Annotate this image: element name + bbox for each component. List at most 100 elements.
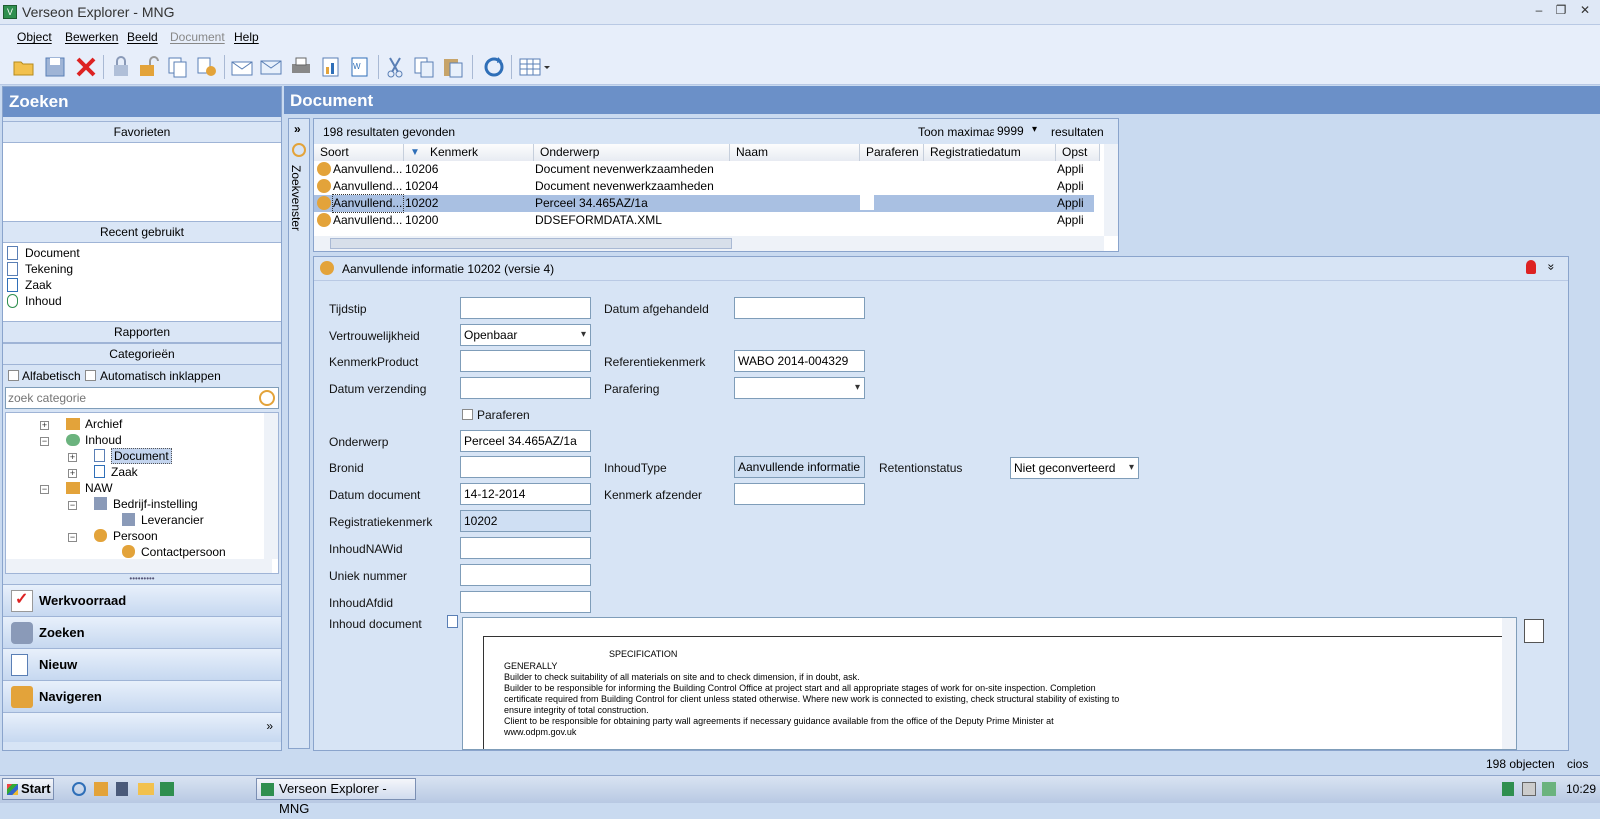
mail-send-icon[interactable] bbox=[258, 54, 284, 80]
tree-item-bedrijf[interactable]: Bedrijf-instelling bbox=[94, 496, 198, 512]
ie-icon[interactable] bbox=[72, 782, 86, 796]
table-row[interactable]: Aanvullend... 10206 Document nevenwerkza… bbox=[314, 161, 1094, 178]
paste-icon[interactable] bbox=[440, 54, 466, 80]
col-opst[interactable]: Opst bbox=[1056, 144, 1100, 161]
col-paraferen[interactable]: Paraferen bbox=[860, 144, 924, 161]
col-kenmerk[interactable]: ▼ Kenmerk bbox=[404, 144, 534, 161]
col-naam[interactable]: Naam bbox=[730, 144, 860, 161]
tree-item-document[interactable]: Document bbox=[94, 448, 172, 464]
tray-security-icon[interactable] bbox=[1542, 782, 1556, 796]
tree-item-naw[interactable]: NAW bbox=[66, 480, 113, 496]
results-vscroll[interactable] bbox=[1104, 144, 1118, 236]
outlook-icon[interactable] bbox=[94, 782, 108, 796]
save-icon[interactable] bbox=[42, 54, 68, 80]
tree-item-archief[interactable]: Archief bbox=[66, 416, 122, 432]
copy-doc-icon[interactable] bbox=[165, 54, 191, 80]
document-viewer-icon[interactable] bbox=[1524, 619, 1544, 643]
uniek-nummer-field[interactable] bbox=[460, 564, 591, 586]
recent-header[interactable]: Recent gebruikt bbox=[3, 221, 281, 243]
nav-werkvoorraad[interactable]: ✓ Werkvoorraad bbox=[3, 584, 281, 616]
start-button[interactable]: Start bbox=[2, 778, 54, 800]
grid-view-icon[interactable] bbox=[518, 54, 552, 80]
datum-afgehandeld-field[interactable] bbox=[734, 297, 865, 319]
expand-icon[interactable]: » bbox=[294, 122, 301, 136]
onderwerp-field[interactable]: Perceel 34.465AZ/1a bbox=[460, 430, 591, 452]
col-registratiedatum[interactable]: Registratiedatum bbox=[924, 144, 1056, 161]
close-icon[interactable]: ✕ bbox=[1576, 3, 1594, 19]
verseon-quick-icon[interactable] bbox=[160, 782, 174, 796]
collapse-icon[interactable]: » bbox=[1544, 264, 1558, 271]
splitter-grip[interactable]: ••••••••• bbox=[3, 574, 281, 584]
kenmerk-afzender-field[interactable] bbox=[734, 483, 865, 505]
unlock-icon[interactable] bbox=[136, 54, 162, 80]
tree-item-zaak[interactable]: Zaak bbox=[94, 464, 138, 480]
mail-open-icon[interactable] bbox=[229, 54, 255, 80]
check-out-icon[interactable] bbox=[194, 54, 220, 80]
tray-verseon-icon[interactable] bbox=[1502, 782, 1514, 796]
col-soort[interactable]: Soort bbox=[314, 144, 404, 161]
nav-zoeken[interactable]: Zoeken bbox=[3, 616, 281, 648]
kenmerkproduct-field[interactable] bbox=[460, 350, 591, 372]
datum-verzending-field[interactable] bbox=[460, 377, 591, 399]
inhoudafdid-field[interactable] bbox=[460, 591, 591, 613]
table-row-selected[interactable]: Aanvullend... 10202 Perceel 34.465AZ/1a … bbox=[314, 194, 1094, 213]
recent-item-document[interactable]: Document bbox=[3, 245, 281, 261]
document-preview[interactable]: SPECIFICATION GENERALLY Builder to check… bbox=[462, 617, 1517, 750]
bronid-field[interactable] bbox=[460, 456, 591, 478]
open-folder-icon[interactable] bbox=[11, 54, 37, 80]
security-icon[interactable] bbox=[116, 782, 128, 796]
col-onderwerp[interactable]: Onderwerp bbox=[534, 144, 730, 161]
table-row[interactable]: Aanvullend... 10200 DDSEFORMDATA.XML App… bbox=[314, 212, 1094, 229]
tree-vscroll[interactable] bbox=[264, 413, 278, 559]
preview-vscroll[interactable] bbox=[1502, 618, 1516, 749]
auto-inklappen-checkbox[interactable] bbox=[85, 370, 96, 381]
tree-item-inhoud[interactable]: Inhoud bbox=[66, 432, 122, 448]
table-row[interactable]: Aanvullend... 10204 Document nevenwerkza… bbox=[314, 178, 1094, 195]
tray-network-icon[interactable] bbox=[1522, 782, 1536, 796]
inhoudnawid-field[interactable] bbox=[460, 537, 591, 559]
results-hscroll[interactable] bbox=[314, 236, 1104, 251]
tree-hscroll[interactable] bbox=[6, 559, 272, 573]
zoekvenster-strip[interactable]: » Zoekvenster bbox=[288, 118, 310, 749]
referentiekenmerk-field[interactable]: WABO 2014-004329 bbox=[734, 350, 865, 372]
retentionstatus-select[interactable]: Niet geconverteerd bbox=[1010, 457, 1139, 479]
attachment-icon[interactable] bbox=[447, 615, 458, 628]
menu-beeld[interactable]: Beeld bbox=[127, 30, 158, 44]
recent-item-tekening[interactable]: Tekening bbox=[3, 261, 281, 277]
maximize-icon[interactable]: ❐ bbox=[1552, 3, 1570, 19]
chevron-right-icon[interactable]: » bbox=[266, 719, 273, 733]
vertrouwelijkheid-select[interactable]: Openbaar bbox=[460, 324, 591, 346]
hscroll-thumb[interactable] bbox=[330, 238, 732, 249]
recent-item-zaak[interactable]: Zaak bbox=[3, 277, 281, 293]
menu-help[interactable]: Help bbox=[234, 30, 259, 44]
search-icon[interactable] bbox=[259, 390, 275, 406]
report-icon[interactable] bbox=[318, 54, 344, 80]
categorieen-header[interactable]: Categorieën bbox=[3, 343, 281, 365]
datum-document-field[interactable]: 14-12-2014 bbox=[460, 483, 591, 505]
category-search-input[interactable] bbox=[8, 390, 253, 406]
tree-item-persoon[interactable]: Persoon bbox=[94, 528, 158, 544]
favorieten-header[interactable]: Favorieten bbox=[3, 121, 281, 143]
nav-overflow[interactable]: » bbox=[3, 712, 281, 742]
parafering-select[interactable] bbox=[734, 377, 865, 399]
task-verseon[interactable]: Verseon Explorer - MNG bbox=[256, 778, 416, 816]
nav-navigeren[interactable]: Navigeren bbox=[3, 680, 281, 712]
alfabetisch-checkbox[interactable] bbox=[8, 370, 19, 381]
recent-item-inhoud[interactable]: Inhoud bbox=[3, 293, 281, 309]
paraferen-cell-checkbox[interactable] bbox=[860, 195, 874, 210]
tijdstip-field[interactable] bbox=[460, 297, 591, 319]
tree-item-contactpersoon[interactable]: Contactpersoon bbox=[122, 544, 226, 560]
cut-icon[interactable] bbox=[382, 54, 408, 80]
print-icon[interactable] bbox=[288, 54, 314, 80]
minimize-icon[interactable]: ‒ bbox=[1530, 3, 1548, 19]
nav-nieuw[interactable]: Nieuw bbox=[3, 648, 281, 680]
lock-icon[interactable] bbox=[108, 54, 134, 80]
refresh-icon[interactable] bbox=[481, 54, 507, 80]
word-icon[interactable]: W bbox=[347, 54, 373, 80]
menu-document[interactable]: Document bbox=[170, 30, 225, 44]
menu-object[interactable]: Object bbox=[17, 30, 52, 44]
menu-bewerken[interactable]: Bewerken bbox=[65, 30, 118, 44]
chevron-down-icon[interactable]: ▾ bbox=[1032, 124, 1037, 135]
delete-icon[interactable] bbox=[73, 54, 99, 80]
rapporten-header[interactable]: Rapporten bbox=[3, 321, 281, 343]
